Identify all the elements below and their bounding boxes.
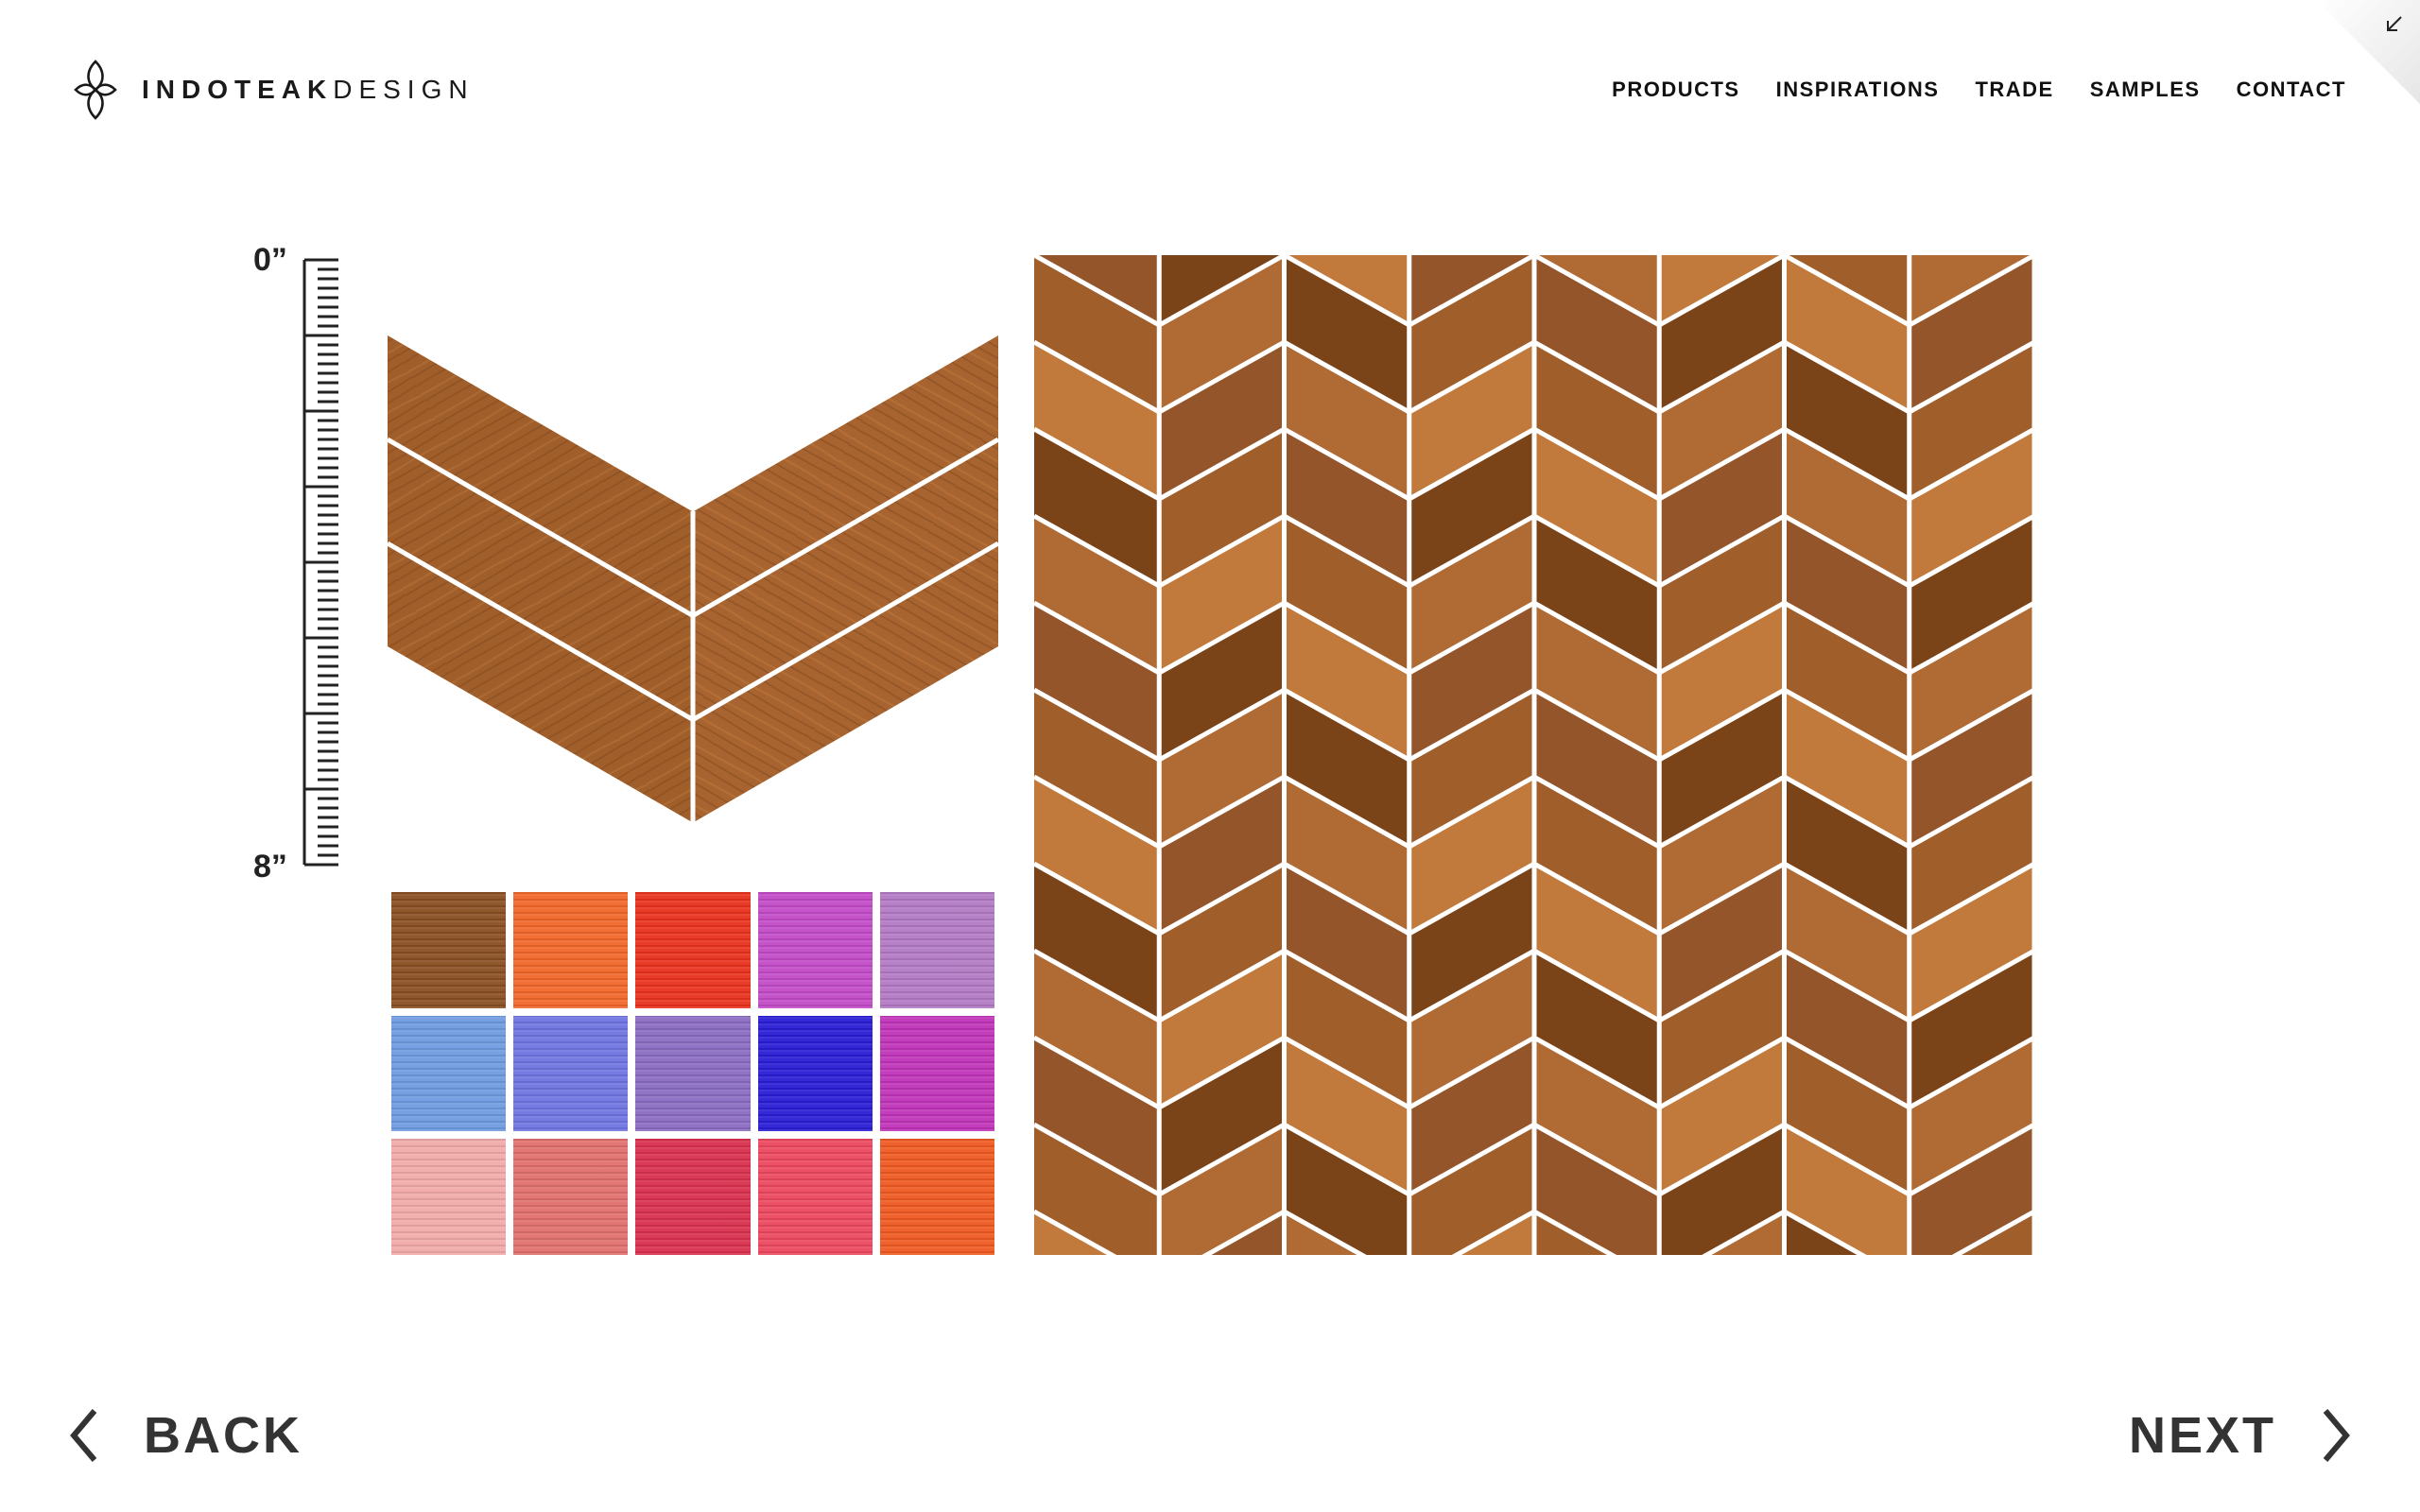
color-swatch[interactable] (635, 1139, 751, 1255)
color-swatch-grid (391, 892, 994, 1255)
color-swatch[interactable] (879, 892, 994, 1008)
color-swatch[interactable] (391, 892, 507, 1008)
nav-trade[interactable]: TRADE (1975, 77, 2053, 102)
color-swatch[interactable] (757, 892, 873, 1008)
chevron-pattern-preview (1034, 255, 2034, 1255)
color-swatch[interactable] (513, 1139, 629, 1255)
color-swatch[interactable] (757, 1139, 873, 1255)
color-swatch[interactable] (391, 1015, 507, 1132)
tile-left-half (388, 335, 692, 822)
color-swatch[interactable] (757, 1015, 873, 1132)
color-swatch[interactable] (635, 892, 751, 1008)
color-swatch[interactable] (635, 1015, 751, 1132)
nav-products[interactable]: PRODUCTS (1612, 77, 1739, 102)
color-swatch[interactable] (513, 1015, 629, 1132)
color-swatch[interactable] (391, 1139, 507, 1255)
brand-logo[interactable]: INDOTEAKDESIGN (74, 57, 475, 123)
brand-name-bold: INDOTEAK (142, 75, 334, 104)
ruler-top-label: 0” (253, 242, 287, 278)
chevron-tile-sample (388, 335, 998, 822)
color-swatch[interactable] (879, 1015, 994, 1132)
brand-name: INDOTEAKDESIGN (142, 75, 475, 105)
nav-inspirations[interactable]: INSPIRATIONS (1776, 77, 1940, 102)
color-swatch[interactable] (513, 892, 629, 1008)
site-header: INDOTEAKDESIGN PRODUCTS INSPIRATIONS TRA… (0, 0, 2420, 180)
next-label: NEXT (2128, 1407, 2276, 1464)
back-button[interactable]: BACK (66, 1406, 302, 1465)
brand-name-light: DESIGN (333, 75, 475, 104)
next-button[interactable]: NEXT (2129, 1406, 2354, 1465)
tile-right-half (694, 335, 998, 822)
color-swatch[interactable] (879, 1139, 994, 1255)
quatrefoil-leaf-icon (74, 60, 117, 120)
nav-samples[interactable]: SAMPLES (2090, 77, 2201, 102)
ruler-bottom-label: 8” (253, 849, 287, 885)
measurement-ruler (302, 258, 338, 867)
chevron-left-icon (70, 1409, 97, 1462)
main-nav: PRODUCTS INSPIRATIONS TRADE SAMPLES CONT… (1612, 77, 2346, 102)
collapse-arrow-icon[interactable] (2382, 13, 2405, 36)
chevron-right-icon (2323, 1409, 2350, 1462)
back-label: BACK (144, 1407, 302, 1464)
